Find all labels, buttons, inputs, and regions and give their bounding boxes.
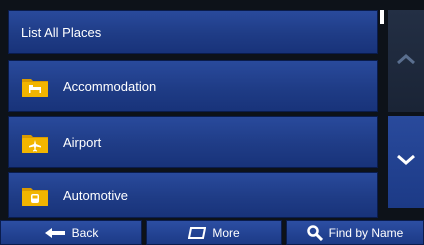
find-label: Find by Name bbox=[328, 225, 404, 240]
more-label: More bbox=[212, 225, 240, 240]
chevron-up-icon bbox=[396, 52, 416, 70]
list-all-places-header[interactable]: List All Places bbox=[8, 10, 378, 54]
list-scrollbar[interactable] bbox=[379, 10, 386, 208]
category-label: Accommodation bbox=[63, 78, 157, 94]
back-label: Back bbox=[71, 225, 99, 240]
more-icon bbox=[188, 226, 207, 239]
scroll-thumb[interactable] bbox=[380, 10, 384, 24]
header-title: List All Places bbox=[21, 24, 102, 40]
airplane-icon bbox=[21, 130, 49, 154]
car-icon bbox=[21, 183, 49, 207]
scroll-down-button[interactable] bbox=[388, 116, 424, 208]
scroll-up-button[interactable] bbox=[388, 10, 424, 112]
bottom-toolbar: Back More Find by Name bbox=[0, 220, 424, 245]
back-button[interactable]: Back bbox=[0, 220, 142, 245]
bed-icon bbox=[21, 74, 49, 98]
search-icon bbox=[306, 224, 323, 241]
category-item-accommodation[interactable]: Accommodation bbox=[8, 60, 378, 112]
chevron-down-icon bbox=[396, 153, 416, 171]
find-by-name-button[interactable]: Find by Name bbox=[286, 220, 424, 245]
category-label: Airport bbox=[63, 134, 102, 150]
category-item-airport[interactable]: Airport bbox=[8, 116, 378, 168]
category-item-automotive[interactable]: Automotive bbox=[8, 172, 378, 218]
more-button[interactable]: More bbox=[146, 220, 282, 245]
category-label: Automotive bbox=[63, 187, 129, 203]
arrow-left-icon bbox=[44, 227, 66, 239]
